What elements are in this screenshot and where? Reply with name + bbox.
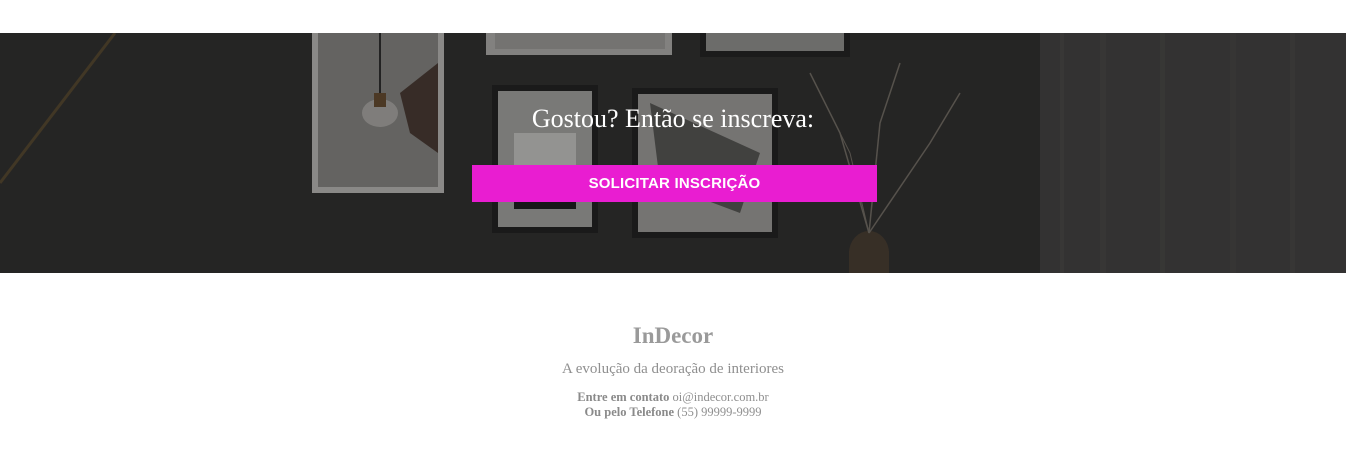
footer: InDecor A evolução da deoração de interi…: [0, 322, 1346, 420]
contact-phone-line: Ou pelo Telefone (55) 99999-9999: [0, 405, 1346, 420]
contact-phone[interactable]: (55) 99999-9999: [677, 405, 761, 419]
contact-info: Entre em contato oi@indecor.com.br Ou pe…: [0, 390, 1346, 420]
contact-email-line: Entre em contato oi@indecor.com.br: [0, 390, 1346, 405]
hero-title: Gostou? Então se inscreva:: [531, 104, 815, 133]
hero-content: Gostou? Então se inscreva: SOLICITAR INS…: [0, 33, 1346, 273]
top-spacer: [0, 0, 1346, 33]
contact-email-label: Entre em contato: [577, 390, 670, 404]
subscribe-hero: Gostou? Então se inscreva: SOLICITAR INS…: [0, 33, 1346, 273]
subscribe-button[interactable]: SOLICITAR INSCRIÇÃO: [472, 165, 877, 202]
contact-email[interactable]: oi@indecor.com.br: [673, 390, 769, 404]
brand-name: InDecor: [632, 323, 714, 348]
contact-phone-label: Ou pelo Telefone: [584, 405, 675, 419]
brand-tagline: A evolução da deoração de interiores: [562, 361, 784, 377]
